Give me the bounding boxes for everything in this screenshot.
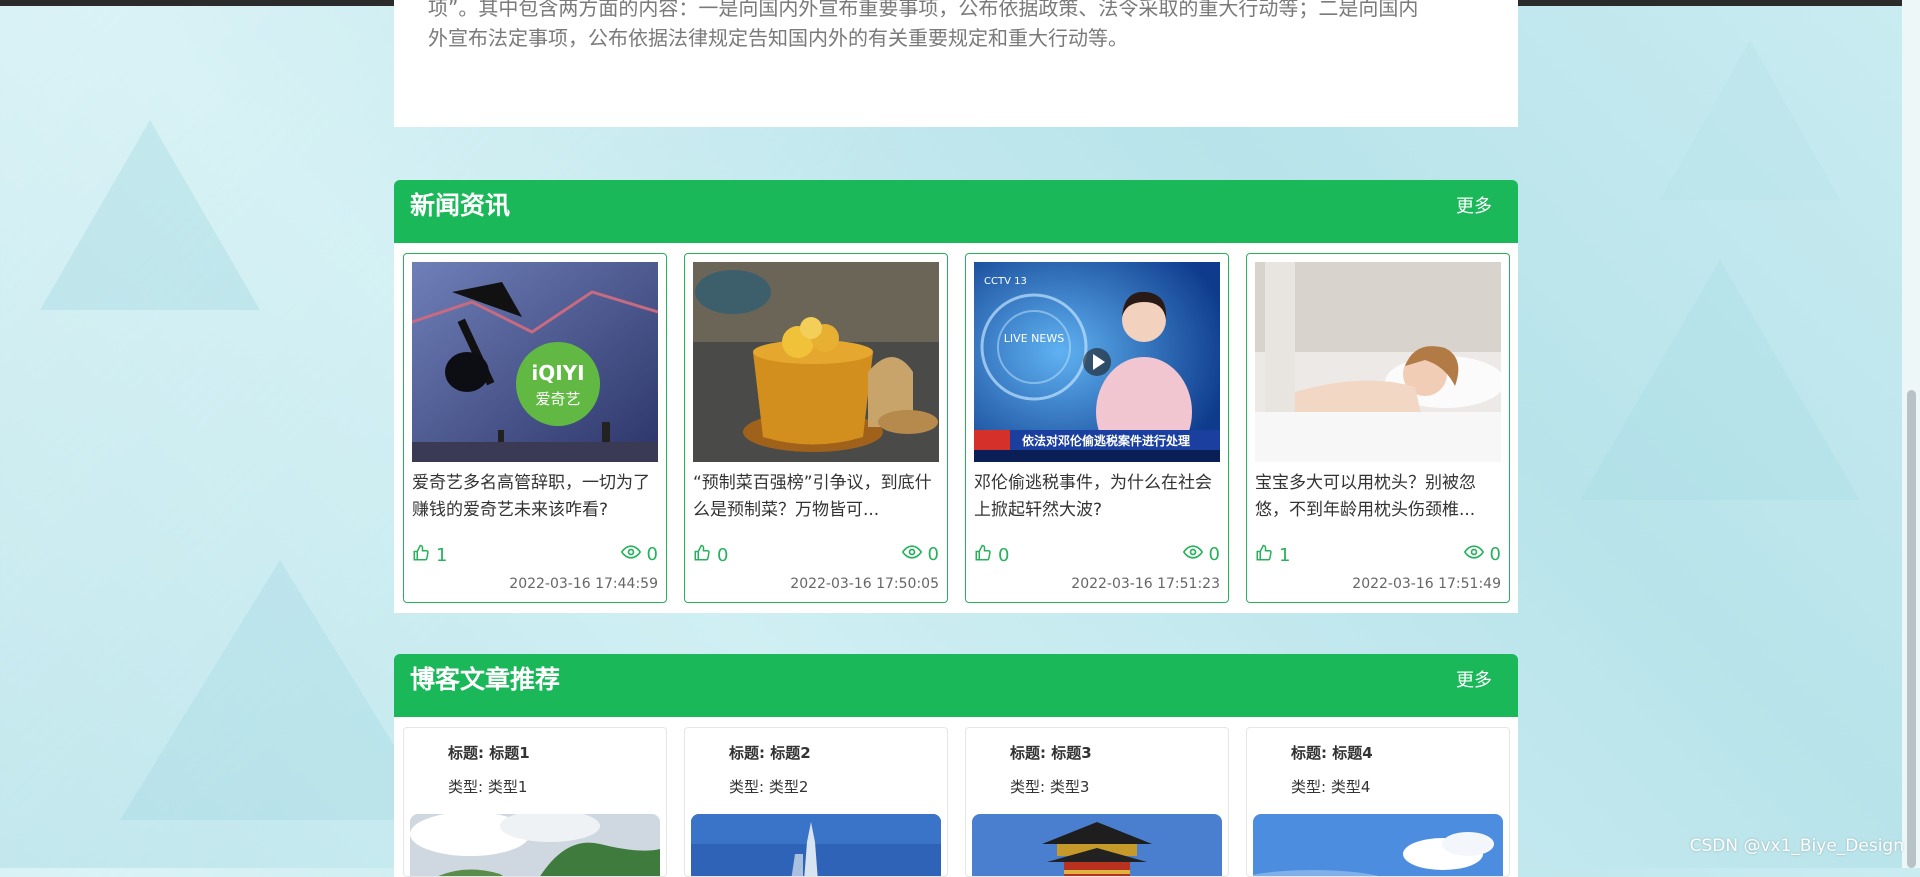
blog-card[interactable]: 标题: 标题3 类型: 类型3 [965, 727, 1229, 877]
news-section-title: 新闻资讯 [410, 191, 511, 220]
news-views: 0 [901, 544, 939, 565]
blog-title: 标题: 标题1 [448, 744, 530, 762]
vertical-scrollbar[interactable] [1902, 0, 1920, 868]
news-thumbnail[interactable] [1255, 262, 1501, 462]
news-date: 2022-03-16 17:51:23 [1071, 576, 1220, 592]
news-date: 2022-03-16 17:44:59 [509, 576, 658, 592]
eye-icon [901, 544, 922, 565]
blog-type: 类型: 类型3 [1010, 778, 1090, 796]
blog-more-link[interactable]: 更多 [1456, 666, 1492, 692]
tv-logo: CCTV 13 [984, 276, 1027, 287]
intro-line-1: 项”。其中包含两方面的内容：一是向国内外宣布重要事项，公布依据政策、法令采取的重… [428, 0, 1419, 20]
news-thumbnail[interactable] [693, 262, 939, 462]
news-likes[interactable]: 0 [974, 544, 1009, 567]
blog-title: 标题: 标题2 [729, 744, 811, 762]
news-card[interactable]: iQIYI 爱奇艺 爱奇艺多名高管辞职，一切为了赚钱的爱奇艺未来该咋看? 1 0 [403, 253, 667, 603]
iqiyi-logo-sub: 爱奇艺 [535, 390, 580, 408]
news-views: 0 [1182, 544, 1220, 565]
blog-type: 类型: 类型4 [1291, 778, 1371, 796]
intro-line-2: 外宣布法定事项，公布依据法律规定告知国内外的有关重要规定和重大行动等。 [428, 26, 1128, 50]
eye-icon [620, 544, 641, 565]
blog-title: 标题: 标题3 [1010, 744, 1092, 762]
news-thumbnail[interactable]: LIVE NEWS CCTV 13 依法对邓伦偷逃税案件进行处理 [974, 262, 1220, 462]
news-date: 2022-03-16 17:51:49 [1352, 576, 1501, 592]
csdn-watermark: CSDN @vx1_Biye_Design [1689, 836, 1904, 856]
likes-count: 0 [998, 545, 1010, 566]
news-thumbnail[interactable]: iQIYI 爱奇艺 [412, 262, 658, 462]
eye-icon [1463, 544, 1484, 565]
thumbs-up-icon [974, 544, 992, 567]
likes-count: 1 [436, 545, 448, 566]
news-views: 0 [620, 544, 658, 565]
intro-panel: 项”。其中包含两方面的内容：一是向国内外宣布重要事项，公布依据政策、法令采取的重… [394, 0, 1518, 127]
news-likes[interactable]: 1 [412, 544, 447, 567]
blog-card[interactable]: 标题: 标题1 类型: 类型1 [403, 727, 667, 877]
iqiyi-logo-text: iQIYI [531, 361, 584, 385]
thumbs-up-icon [693, 544, 711, 567]
news-card[interactable]: “预制菜百强榜”引争议，到底什么是预制菜？万物皆可... 0 0 2022-03… [684, 253, 948, 603]
thumbs-up-icon [1255, 544, 1273, 567]
views-count: 0 [1208, 544, 1220, 565]
views-count: 0 [646, 544, 658, 565]
news-likes[interactable]: 0 [693, 544, 728, 567]
intro-text: 项”。其中包含两方面的内容：一是向国内外宣布重要事项，公布依据政策、法令采取的重… [428, 0, 1488, 53]
thumbs-up-icon [412, 544, 430, 567]
scrollbar-thumb[interactable] [1907, 390, 1916, 868]
blog-type: 类型: 类型1 [448, 778, 528, 796]
likes-count: 0 [717, 545, 729, 566]
tv-badge: LIVE NEWS [1004, 332, 1064, 345]
blog-type: 类型: 类型2 [729, 778, 809, 796]
eye-icon [1182, 544, 1203, 565]
news-card[interactable]: LIVE NEWS CCTV 13 依法对邓伦偷逃税案件进行处理 邓伦偷逃税事件… [965, 253, 1229, 603]
news-title[interactable]: 宝宝多大可以用枕头？别被忽悠，不到年龄用枕头伤颈椎... [1255, 470, 1505, 524]
blog-card[interactable]: 标题: 标题2 类型: 类型2 [684, 727, 948, 877]
blog-title: 标题: 标题4 [1291, 744, 1373, 762]
views-count: 0 [927, 544, 939, 565]
blog-section-header: 博客文章推荐 更多 [394, 654, 1518, 718]
likes-count: 1 [1279, 545, 1291, 566]
news-card[interactable]: 宝宝多大可以用枕头？别被忽悠，不到年龄用枕头伤颈椎... 1 0 2022-03… [1246, 253, 1510, 603]
news-date: 2022-03-16 17:50:05 [790, 576, 939, 592]
tv-caption: 依法对邓伦偷逃税案件进行处理 [1022, 433, 1190, 448]
news-likes[interactable]: 1 [1255, 544, 1290, 567]
news-title[interactable]: “预制菜百强榜”引争议，到底什么是预制菜？万物皆可... [693, 470, 943, 524]
blog-list: 标题: 标题1 类型: 类型1 标题: 标题2 类型: 类型2 标题: 标题3 … [394, 717, 1518, 877]
blog-section-title: 博客文章推荐 [410, 665, 561, 694]
news-section-header: 新闻资讯 更多 [394, 180, 1518, 244]
news-views: 0 [1463, 544, 1501, 565]
blog-card[interactable]: 标题: 标题4 类型: 类型4 [1246, 727, 1510, 877]
views-count: 0 [1489, 544, 1501, 565]
news-list: iQIYI 爱奇艺 爱奇艺多名高管辞职，一切为了赚钱的爱奇艺未来该咋看? 1 0 [394, 243, 1518, 613]
news-title[interactable]: 邓伦偷逃税事件，为什么在社会上掀起轩然大波? [974, 470, 1224, 524]
news-title[interactable]: 爱奇艺多名高管辞职，一切为了赚钱的爱奇艺未来该咋看? [412, 470, 662, 524]
news-more-link[interactable]: 更多 [1456, 192, 1492, 218]
